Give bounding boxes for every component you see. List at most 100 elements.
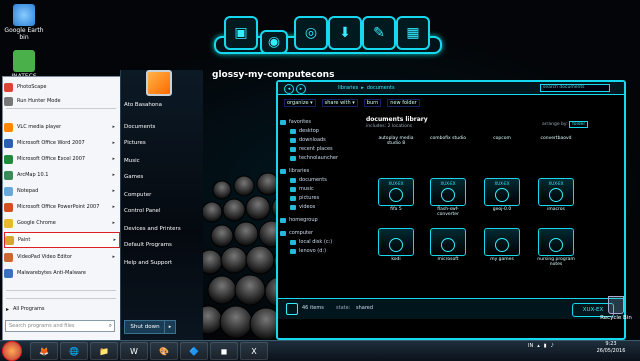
taskbar-app-button[interactable]: 📁	[90, 342, 118, 360]
taskbar-app-button[interactable]: W	[120, 342, 148, 360]
start-menu-item[interactable]: Google Chrome ▸	[4, 216, 118, 230]
burn-button[interactable]: burn	[363, 99, 382, 107]
start-menu-place[interactable]: Ato Basahona	[124, 98, 198, 111]
all-programs-button[interactable]: ▸ All Programs	[6, 302, 120, 316]
submenu-arrow-icon[interactable]: ▸	[112, 220, 115, 226]
organize-button[interactable]: organize ▾	[284, 99, 316, 107]
icon-dock: ▣ ◉ ◎ ⬇ ✎ ▦	[214, 8, 442, 68]
file-item[interactable]: XUX-EX geoj-0.0	[482, 178, 522, 212]
file-item[interactable]: copcom	[482, 136, 522, 141]
nav-tree-item[interactable]: recent places	[290, 145, 333, 153]
taskbar-app-button[interactable]: 🔷	[180, 342, 208, 360]
arrange-value[interactable]: folder	[569, 121, 589, 128]
file-item[interactable]: my games	[482, 228, 522, 262]
start-menu-item-label: ArcMap 10.1	[17, 172, 49, 178]
explorer-search-input[interactable]: search documents	[540, 84, 610, 92]
file-item[interactable]: XUX-EX fifa 5	[376, 178, 416, 212]
submenu-arrow-icon[interactable]: ▸	[113, 237, 116, 243]
file-item[interactable]: autoplay media studio 8	[376, 136, 416, 146]
start-menu-item[interactable]: VLC media player ▸	[4, 120, 118, 134]
shutdown-options-button[interactable]: ▸	[164, 320, 176, 334]
shutdown-button[interactable]: Shut down	[124, 320, 166, 334]
clock[interactable]: 9:23 26/05/2016	[590, 341, 632, 355]
back-icon[interactable]: ◂	[284, 84, 294, 94]
taskbar-app-button[interactable]: 🌐	[60, 342, 88, 360]
start-menu-item[interactable]: Microsoft Office Excel 2007 ▸	[4, 152, 118, 166]
submenu-arrow-icon[interactable]: ▸	[112, 188, 115, 194]
nav-tree-item[interactable]: favorites	[280, 118, 311, 126]
nav-tree-item[interactable]: computer	[280, 229, 313, 237]
language-indicator[interactable]: IN	[528, 343, 533, 349]
nav-tree-item[interactable]: homegroup	[280, 216, 318, 224]
start-menu-item[interactable]: Malwarebytes Anti-Malware	[4, 266, 118, 280]
globe-icon[interactable]: ◎	[294, 16, 328, 50]
monitor-icon[interactable]: ▣	[224, 16, 258, 50]
file-item[interactable]: XUX-EX flash-swf-converter	[428, 178, 468, 217]
submenu-arrow-icon[interactable]: ▸	[112, 254, 115, 260]
arrange-by[interactable]: arrange by: folder	[542, 121, 589, 128]
start-menu-place[interactable]: Help and Support	[124, 256, 198, 269]
start-menu-item[interactable]: Microsoft Office Word 2007 ▸	[4, 136, 118, 150]
camera-icon[interactable]: ◉	[260, 30, 288, 54]
start-menu-item[interactable]: Notepad ▸	[4, 184, 118, 198]
start-menu-item[interactable]: PhotoScape	[4, 80, 118, 94]
start-menu-item[interactable]: VideoPad Video Editor ▸	[4, 250, 118, 264]
file-item[interactable]: microsoft	[428, 228, 468, 262]
nav-tree-item[interactable]: lenovo (d:)	[290, 247, 326, 255]
forward-icon[interactable]: ▸	[296, 84, 306, 94]
start-menu-item[interactable]: Paint ▸	[4, 232, 120, 248]
file-item[interactable]: nursing program notes	[536, 228, 576, 267]
tray-arrow-icon[interactable]: ▴	[537, 343, 540, 349]
desktop-icon-google-earth[interactable]: Google Earth bin	[2, 4, 46, 41]
taskbar-app-button[interactable]: 🎨	[150, 342, 178, 360]
start-menu-place[interactable]: Computer	[124, 188, 198, 201]
nav-tree-item[interactable]: libraries	[280, 167, 309, 175]
breadcrumb[interactable]: libraries ▸ documents	[338, 84, 398, 92]
nav-tree-item[interactable]: downloads	[290, 136, 326, 144]
volume-icon[interactable]: ♪	[551, 343, 554, 349]
nav-tree-item[interactable]: music	[290, 185, 314, 193]
file-item[interactable]: combofix studio	[428, 136, 468, 141]
taskbar-app-button[interactable]: X	[240, 342, 268, 360]
start-menu-place[interactable]: Control Panel	[124, 204, 198, 217]
submenu-arrow-icon[interactable]: ▸	[112, 140, 115, 146]
start-menu-place[interactable]: Documents	[124, 120, 198, 133]
file-item[interactable]: XUX-EX imacros	[536, 178, 576, 212]
breadcrumb-item[interactable]: documents	[367, 85, 395, 91]
photo-icon[interactable]: ▦	[396, 16, 430, 50]
reactor-core-icon	[389, 238, 403, 252]
nav-tree-item[interactable]: desktop	[290, 127, 319, 135]
user-avatar[interactable]	[146, 70, 172, 96]
nav-tree-item[interactable]: pictures	[290, 194, 319, 202]
start-button[interactable]	[2, 341, 22, 361]
download-icon[interactable]: ⬇	[328, 16, 362, 50]
start-menu-place[interactable]: Default Programs	[124, 238, 198, 251]
start-menu-item-label: Paint	[18, 237, 31, 243]
taskbar-app-button[interactable]: 🦊	[30, 342, 58, 360]
file-item[interactable]: convertbaovd	[536, 136, 576, 141]
taskbar-app-button[interactable]: ◼	[210, 342, 238, 360]
submenu-arrow-icon[interactable]: ▸	[112, 204, 115, 210]
start-menu-place[interactable]: Devices and Printers	[124, 222, 198, 235]
breadcrumb-item[interactable]: libraries	[338, 85, 358, 91]
submenu-arrow-icon[interactable]: ▸	[112, 124, 115, 130]
start-menu-item[interactable]: Run Hunter Mode	[4, 94, 118, 108]
file-item[interactable]: kodi	[376, 228, 416, 262]
nav-tree-item[interactable]: technolauncher	[290, 154, 338, 162]
nav-tree-item[interactable]: documents	[290, 176, 327, 184]
start-menu-place[interactable]: Pictures	[124, 136, 198, 149]
submenu-arrow-icon[interactable]: ▸	[112, 156, 115, 162]
share-with-button[interactable]: share with ▾	[321, 99, 358, 107]
start-menu-item[interactable]: ArcMap 10.1 ▸	[4, 168, 118, 182]
new-folder-button[interactable]: new folder	[387, 99, 420, 107]
submenu-arrow-icon[interactable]: ▸	[112, 172, 115, 178]
nav-tree-item[interactable]: videos	[290, 203, 315, 211]
network-icon[interactable]: ▮	[544, 343, 547, 349]
start-menu-place[interactable]: Music	[124, 154, 198, 167]
start-search-input[interactable]: Search programs and files ⌕	[5, 320, 115, 332]
nav-tree-item[interactable]: local disk (c:)	[290, 238, 332, 246]
start-menu-place[interactable]: Games	[124, 170, 198, 183]
start-menu-item[interactable]: Microsoft Office PowerPoint 2007 ▸	[4, 200, 118, 214]
brush-icon[interactable]: ✎	[362, 16, 396, 50]
recycle-bin[interactable]: Recycle Bin	[596, 296, 636, 321]
